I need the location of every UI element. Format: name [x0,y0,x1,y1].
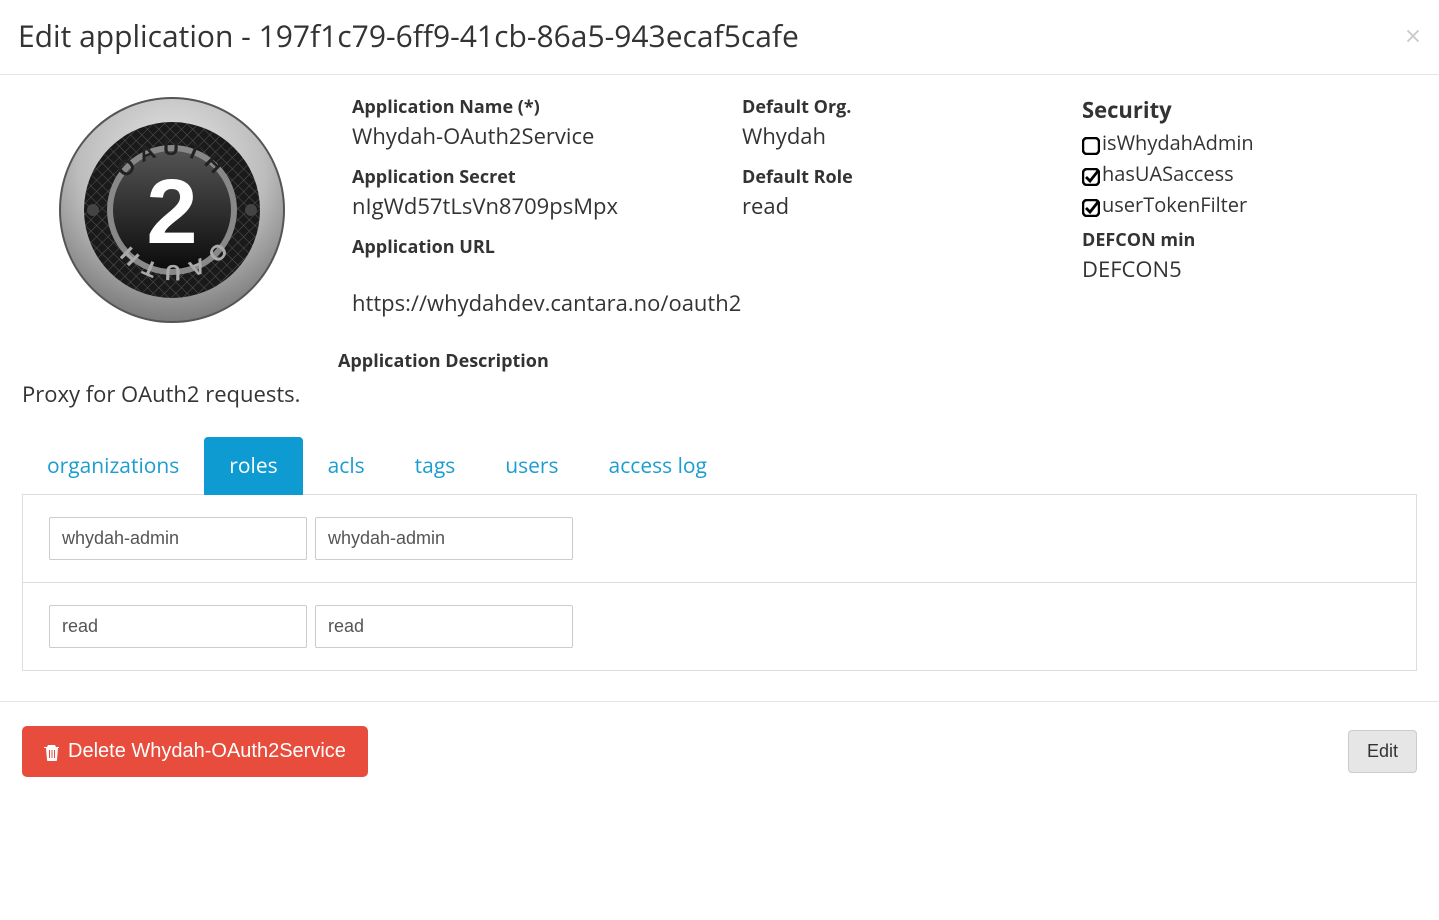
delete-button-label: Delete Whydah-OAuth2Service [68,740,346,763]
role-row [23,583,1416,670]
role-value-input[interactable] [315,517,573,560]
hasuasaccess-label: hasUASaccess [1102,160,1234,187]
tab-users[interactable]: users [480,437,583,495]
default-role-label: Default Role [742,165,1022,189]
tab-roles[interactable]: roles [204,437,302,495]
app-description-value: Proxy for OAuth2 requests. [22,379,1417,409]
role-value-input[interactable] [315,605,573,648]
iswhydahadmin-label: isWhydahAdmin [1102,129,1254,156]
defcon-label: DEFCON min [1082,228,1292,252]
app-description-label: Application Description [338,349,1417,373]
app-name-value: Whydah-OAuth2Service [352,121,682,151]
defcon-value: DEFCON5 [1082,254,1292,284]
tab-tags[interactable]: tags [390,437,481,495]
role-name-input[interactable] [49,605,307,648]
app-name-label: Application Name (*) [352,95,682,119]
edit-button[interactable]: Edit [1348,730,1417,773]
security-section: Security isWhydahAdmin hasUASaccess user… [1082,95,1292,284]
tab-access-log[interactable]: access log [584,437,732,495]
app-url-value: https://whydahdev.cantara.no/oauth2 [352,288,1417,318]
tab-organizations[interactable]: organizations [22,437,204,495]
default-org-label: Default Org. [742,95,1022,119]
close-icon[interactable]: × [1405,22,1421,50]
delete-button[interactable]: Delete Whydah-OAuth2Service [22,726,368,777]
unchecked-icon [1082,134,1100,152]
svg-text:2: 2 [146,161,197,263]
checked-icon [1082,196,1100,214]
app-secret-label: Application Secret [352,165,682,189]
trash-icon [44,743,60,761]
checked-icon [1082,165,1100,183]
app-details: Application Name (*) Whydah-OAuth2Servic… [352,95,1417,325]
app-info: OAUTH OAUTH 2 Application Name (*) Whyda… [22,95,1417,325]
app-url-label: Application URL [352,235,682,259]
default-role-value: read [742,191,1022,221]
modal-body: OAUTH OAUTH 2 Application Name (*) Whyda… [0,75,1439,701]
role-name-input[interactable] [49,517,307,560]
app-secret-value: nIgWd57tLsVn8709psMpx [352,191,682,221]
tab-acls[interactable]: acls [303,437,390,495]
tab-content [22,495,1417,671]
usertokenfilter-label: userTokenFilter [1102,191,1247,218]
role-row [23,495,1416,583]
app-logo-column: OAUTH OAUTH 2 [22,95,322,325]
tabs: organizations roles acls tags users acce… [22,437,1417,495]
security-heading: Security [1082,95,1292,125]
modal-footer: Delete Whydah-OAuth2Service Edit [0,701,1439,801]
modal-header: Edit application - 197f1c79-6ff9-41cb-86… [0,0,1439,75]
modal-title: Edit application - 197f1c79-6ff9-41cb-86… [18,15,799,56]
default-org-value: Whydah [742,121,1022,151]
oauth2-logo-icon: OAUTH OAUTH 2 [57,95,287,325]
